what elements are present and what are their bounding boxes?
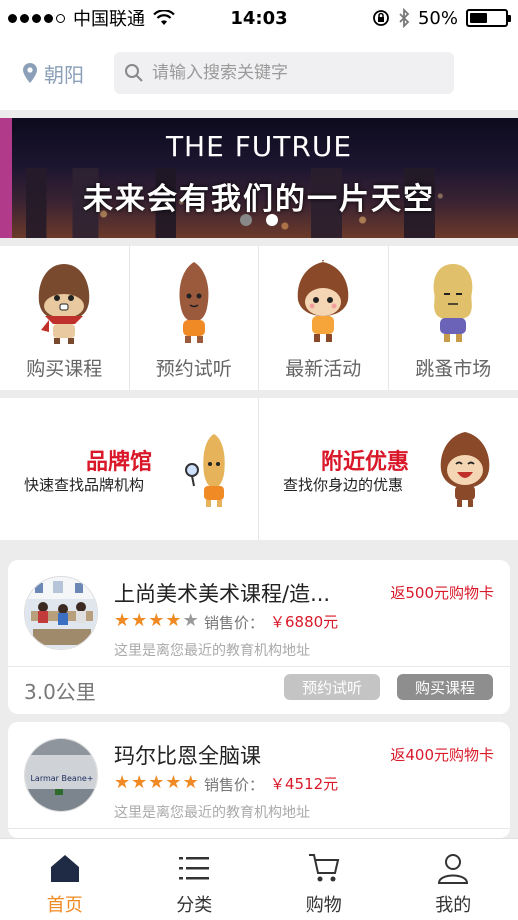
promo-section: 品牌馆 快速查找品牌机构 附近优惠 查找你身边的优惠 <box>0 398 518 540</box>
card-divider <box>8 666 510 667</box>
chestnut-kid-icon <box>297 260 349 342</box>
status-right: 50% <box>372 7 511 29</box>
tab-shopping[interactable]: 购物 <box>259 839 389 920</box>
price-value: ￥6880元 <box>270 613 339 631</box>
banner-dot[interactable] <box>240 214 252 226</box>
category-flea-market[interactable]: 跳蚤市场 <box>389 246 518 390</box>
category-nav: 购买课程 预约试听 最新活动 跳蚤市场 <box>0 246 518 390</box>
star-icon: ★ <box>131 772 148 793</box>
tab-profile[interactable]: 我的 <box>389 839 518 920</box>
promo-subtitle: 快速查找品牌机构 <box>24 476 145 494</box>
user-icon <box>438 854 469 884</box>
search-icon <box>125 64 143 82</box>
almond-character-icon <box>179 262 209 343</box>
wifi-icon <box>153 10 175 25</box>
tab-home[interactable]: 首页 <box>0 839 130 920</box>
banner-pagination <box>0 214 518 226</box>
listing-address: 这里是离您最近的教育机构地址 <box>114 643 310 659</box>
rating-stars: ★ ★ ★ ★ ★ <box>114 774 199 792</box>
star-icon: ★ <box>114 772 131 793</box>
search-input[interactable] <box>152 63 442 83</box>
star-icon: ★ <box>148 772 165 793</box>
tab-label: 首页 <box>46 895 83 916</box>
battery-level <box>470 13 487 23</box>
peanut-character-icon <box>433 264 473 342</box>
banner-dot-active[interactable] <box>266 214 278 226</box>
tab-categories[interactable]: 分类 <box>130 839 260 920</box>
location-label: 朝阳 <box>44 62 84 87</box>
star-icon: ★ <box>165 772 182 793</box>
cart-icon <box>308 854 340 882</box>
star-icon: ★ <box>165 610 182 631</box>
tab-label: 我的 <box>435 895 472 916</box>
banner-subtitle: 未来会有我们的一片天空 <box>83 182 435 217</box>
buy-course-button[interactable]: 购买课程 <box>397 674 493 700</box>
star-icon: ★ <box>182 772 199 793</box>
battery-percent: 50% <box>417 7 458 29</box>
promo-brand-hall[interactable]: 品牌馆 快速查找品牌机构 <box>0 398 259 540</box>
category-label: 跳蚤市场 <box>415 358 492 380</box>
chestnut-scarf-icon <box>38 264 90 344</box>
status-left: 中国联通 <box>8 5 175 31</box>
listing-avatar <box>24 576 98 650</box>
classroom-photo-icon <box>25 577 97 649</box>
bottom-tab-bar: 首页 分类 购物 我的 <box>0 838 518 920</box>
list-icon <box>179 857 210 880</box>
banner-carousel[interactable]: THE FUTRUE 未来会有我们的一片天空 <box>0 118 518 238</box>
category-label: 预约试听 <box>155 358 232 380</box>
price-value: ￥4512元 <box>270 775 339 793</box>
category-label: 购买课程 <box>26 358 103 380</box>
price-label: 销售价： <box>204 776 265 794</box>
bluetooth-icon <box>399 8 410 28</box>
listing-avatar: Larmar Beane+ <box>24 738 98 812</box>
listing-title: 上尚美术美术课程/造... <box>114 582 331 606</box>
header: 朝阳 <box>0 36 518 110</box>
cashback-badge: 返500元购物卡 <box>390 584 494 602</box>
star-empty-icon: ★ <box>182 610 199 631</box>
star-icon: ★ <box>114 610 131 631</box>
almond-magnifier-icon <box>185 434 225 507</box>
orientation-lock-icon <box>373 10 389 26</box>
promo-subtitle: 查找你身边的优惠 <box>283 476 404 494</box>
promo-nearby-deals[interactable]: 附近优惠 查找你身边的优惠 <box>259 398 518 540</box>
carrier-name: 中国联通 <box>73 9 145 30</box>
price-label: 销售价： <box>204 614 265 632</box>
institution-wall-icon: Larmar Beane+ <box>25 739 97 811</box>
listing-title: 玛尔比恩全脑课 <box>114 744 261 768</box>
star-icon: ★ <box>131 610 148 631</box>
trial-booking-button[interactable]: 预约试听 <box>284 674 380 700</box>
location-pin-icon <box>23 63 37 83</box>
category-label: 最新活动 <box>285 358 362 380</box>
listing-card[interactable]: Larmar Beane+ 玛尔比恩全脑课 返400元购物卡 ★ ★ ★ ★ ★… <box>8 722 510 838</box>
card-divider <box>8 828 510 829</box>
tab-label: 分类 <box>176 895 213 916</box>
listing-card[interactable]: 上尚美术美术课程/造... 返500元购物卡 ★ ★ ★ ★ ★ 销售价： ￥6… <box>8 560 510 714</box>
rating-stars: ★ ★ ★ ★ ★ <box>114 612 199 630</box>
tab-label: 购物 <box>305 895 342 916</box>
promo-title: 附近优惠 <box>321 450 410 475</box>
chestnut-laughing-icon <box>440 432 490 507</box>
listing-address: 这里是离您最近的教育机构地址 <box>114 805 310 821</box>
distance-label: 3.0公里 <box>24 680 96 704</box>
location-selector[interactable]: 朝阳 <box>22 59 84 88</box>
promo-title: 品牌馆 <box>86 450 153 475</box>
cashback-badge: 返400元购物卡 <box>390 746 494 764</box>
search-bar[interactable] <box>114 52 454 94</box>
category-latest-events[interactable]: 最新活动 <box>259 246 389 390</box>
avatar-logo-text: Larmar Beane+ <box>30 774 93 783</box>
banner-title: THE FUTRUE <box>165 130 353 163</box>
home-icon <box>50 855 79 882</box>
status-bar: 中国联通 14:03 50% <box>0 0 518 36</box>
star-icon: ★ <box>148 610 165 631</box>
battery-icon <box>466 9 511 27</box>
signal-strength-icon <box>8 13 65 23</box>
category-trial-booking[interactable]: 预约试听 <box>130 246 259 390</box>
category-buy-course[interactable]: 购买课程 <box>0 246 130 390</box>
